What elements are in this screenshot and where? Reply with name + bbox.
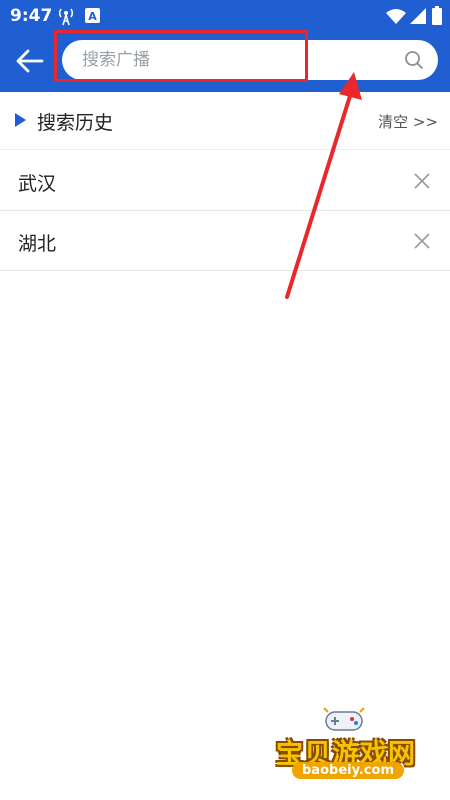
hotspot-icon [56, 6, 76, 30]
back-button[interactable] [14, 44, 48, 78]
keyboard-badge-text: A [88, 10, 97, 23]
close-icon[interactable] [412, 171, 432, 191]
back-arrow-icon [16, 49, 44, 73]
history-item[interactable]: 湖北 [0, 211, 450, 271]
wifi-icon [386, 8, 406, 28]
status-bar: 9:47 A [0, 0, 450, 32]
history-item-label[interactable]: 武汉 [18, 169, 56, 196]
search-history-title: 搜索历史 [37, 112, 114, 134]
gamepad-icon [323, 707, 365, 731]
close-icon[interactable] [412, 231, 432, 251]
signal-icon [410, 8, 426, 28]
history-item-label[interactable]: 湖北 [18, 229, 56, 256]
battery-icon [432, 6, 442, 29]
watermark-url: baobeiy.com [292, 762, 404, 779]
search-icon[interactable] [404, 50, 424, 70]
triangle-right-icon [15, 113, 26, 127]
keyboard-a-icon: A [85, 8, 100, 27]
history-item[interactable]: 武汉 [0, 151, 450, 211]
app-header: 9:47 A [0, 0, 450, 92]
watermark-logo: 宝贝游戏网 baobeiy.com [270, 700, 430, 790]
search-history-header: 搜索历史 清空 >> [0, 92, 450, 150]
status-time: 9:47 [10, 6, 53, 26]
clear-history-button[interactable]: 清空 >> [378, 111, 438, 132]
search-input[interactable] [82, 40, 382, 80]
search-box[interactable] [62, 40, 438, 80]
